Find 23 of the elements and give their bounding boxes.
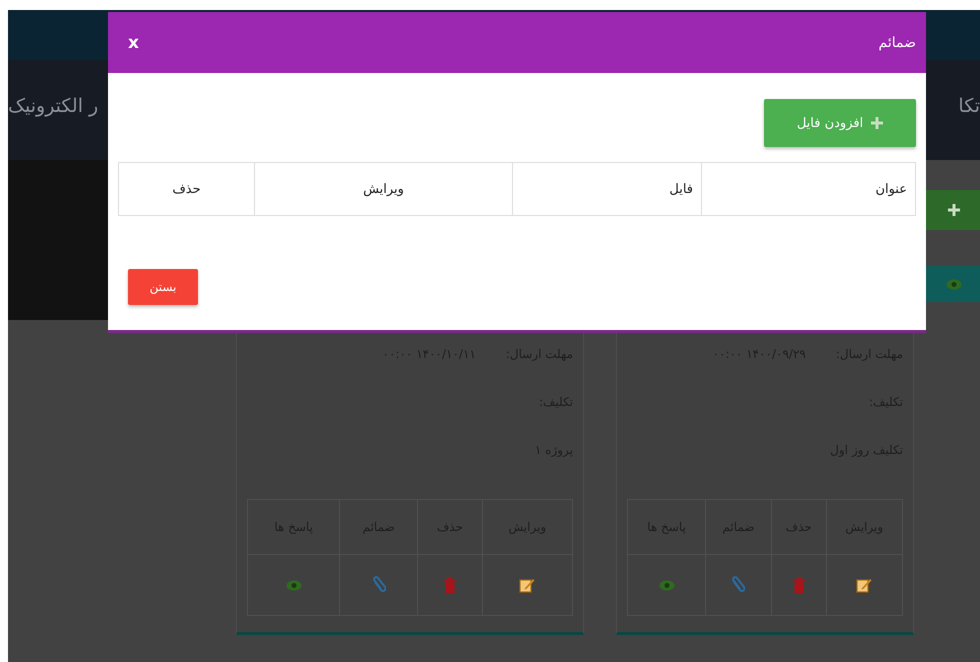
pencil-note-icon[interactable] bbox=[519, 577, 536, 593]
eye-icon[interactable] bbox=[658, 580, 675, 592]
paperclip-icon[interactable] bbox=[372, 576, 386, 594]
column-header: حذف bbox=[118, 162, 254, 216]
close-button[interactable]: x bbox=[122, 32, 145, 52]
column-header: فایل bbox=[512, 162, 702, 216]
paperclip-icon[interactable] bbox=[731, 576, 746, 594]
trash-icon[interactable] bbox=[792, 577, 805, 593]
column-header: ویرایش bbox=[254, 162, 512, 216]
dialog-title: ضمائم bbox=[878, 34, 916, 50]
eye-icon[interactable] bbox=[946, 278, 962, 290]
pencil-note-icon[interactable] bbox=[856, 577, 872, 593]
trash-icon[interactable] bbox=[444, 577, 456, 593]
plus-icon bbox=[871, 117, 884, 129]
add-file-button[interactable]: افزودن فایل bbox=[764, 99, 916, 147]
add-button[interactable] bbox=[924, 190, 980, 230]
close-dialog-button[interactable]: بستن bbox=[128, 269, 198, 305]
header-title: تکا bbox=[958, 95, 980, 117]
column-header: عنوان bbox=[702, 162, 916, 216]
header-title: ر الکترونیک bbox=[8, 95, 98, 117]
plus-icon bbox=[948, 204, 960, 216]
eye-icon[interactable] bbox=[286, 580, 302, 592]
view-button[interactable] bbox=[924, 266, 980, 302]
